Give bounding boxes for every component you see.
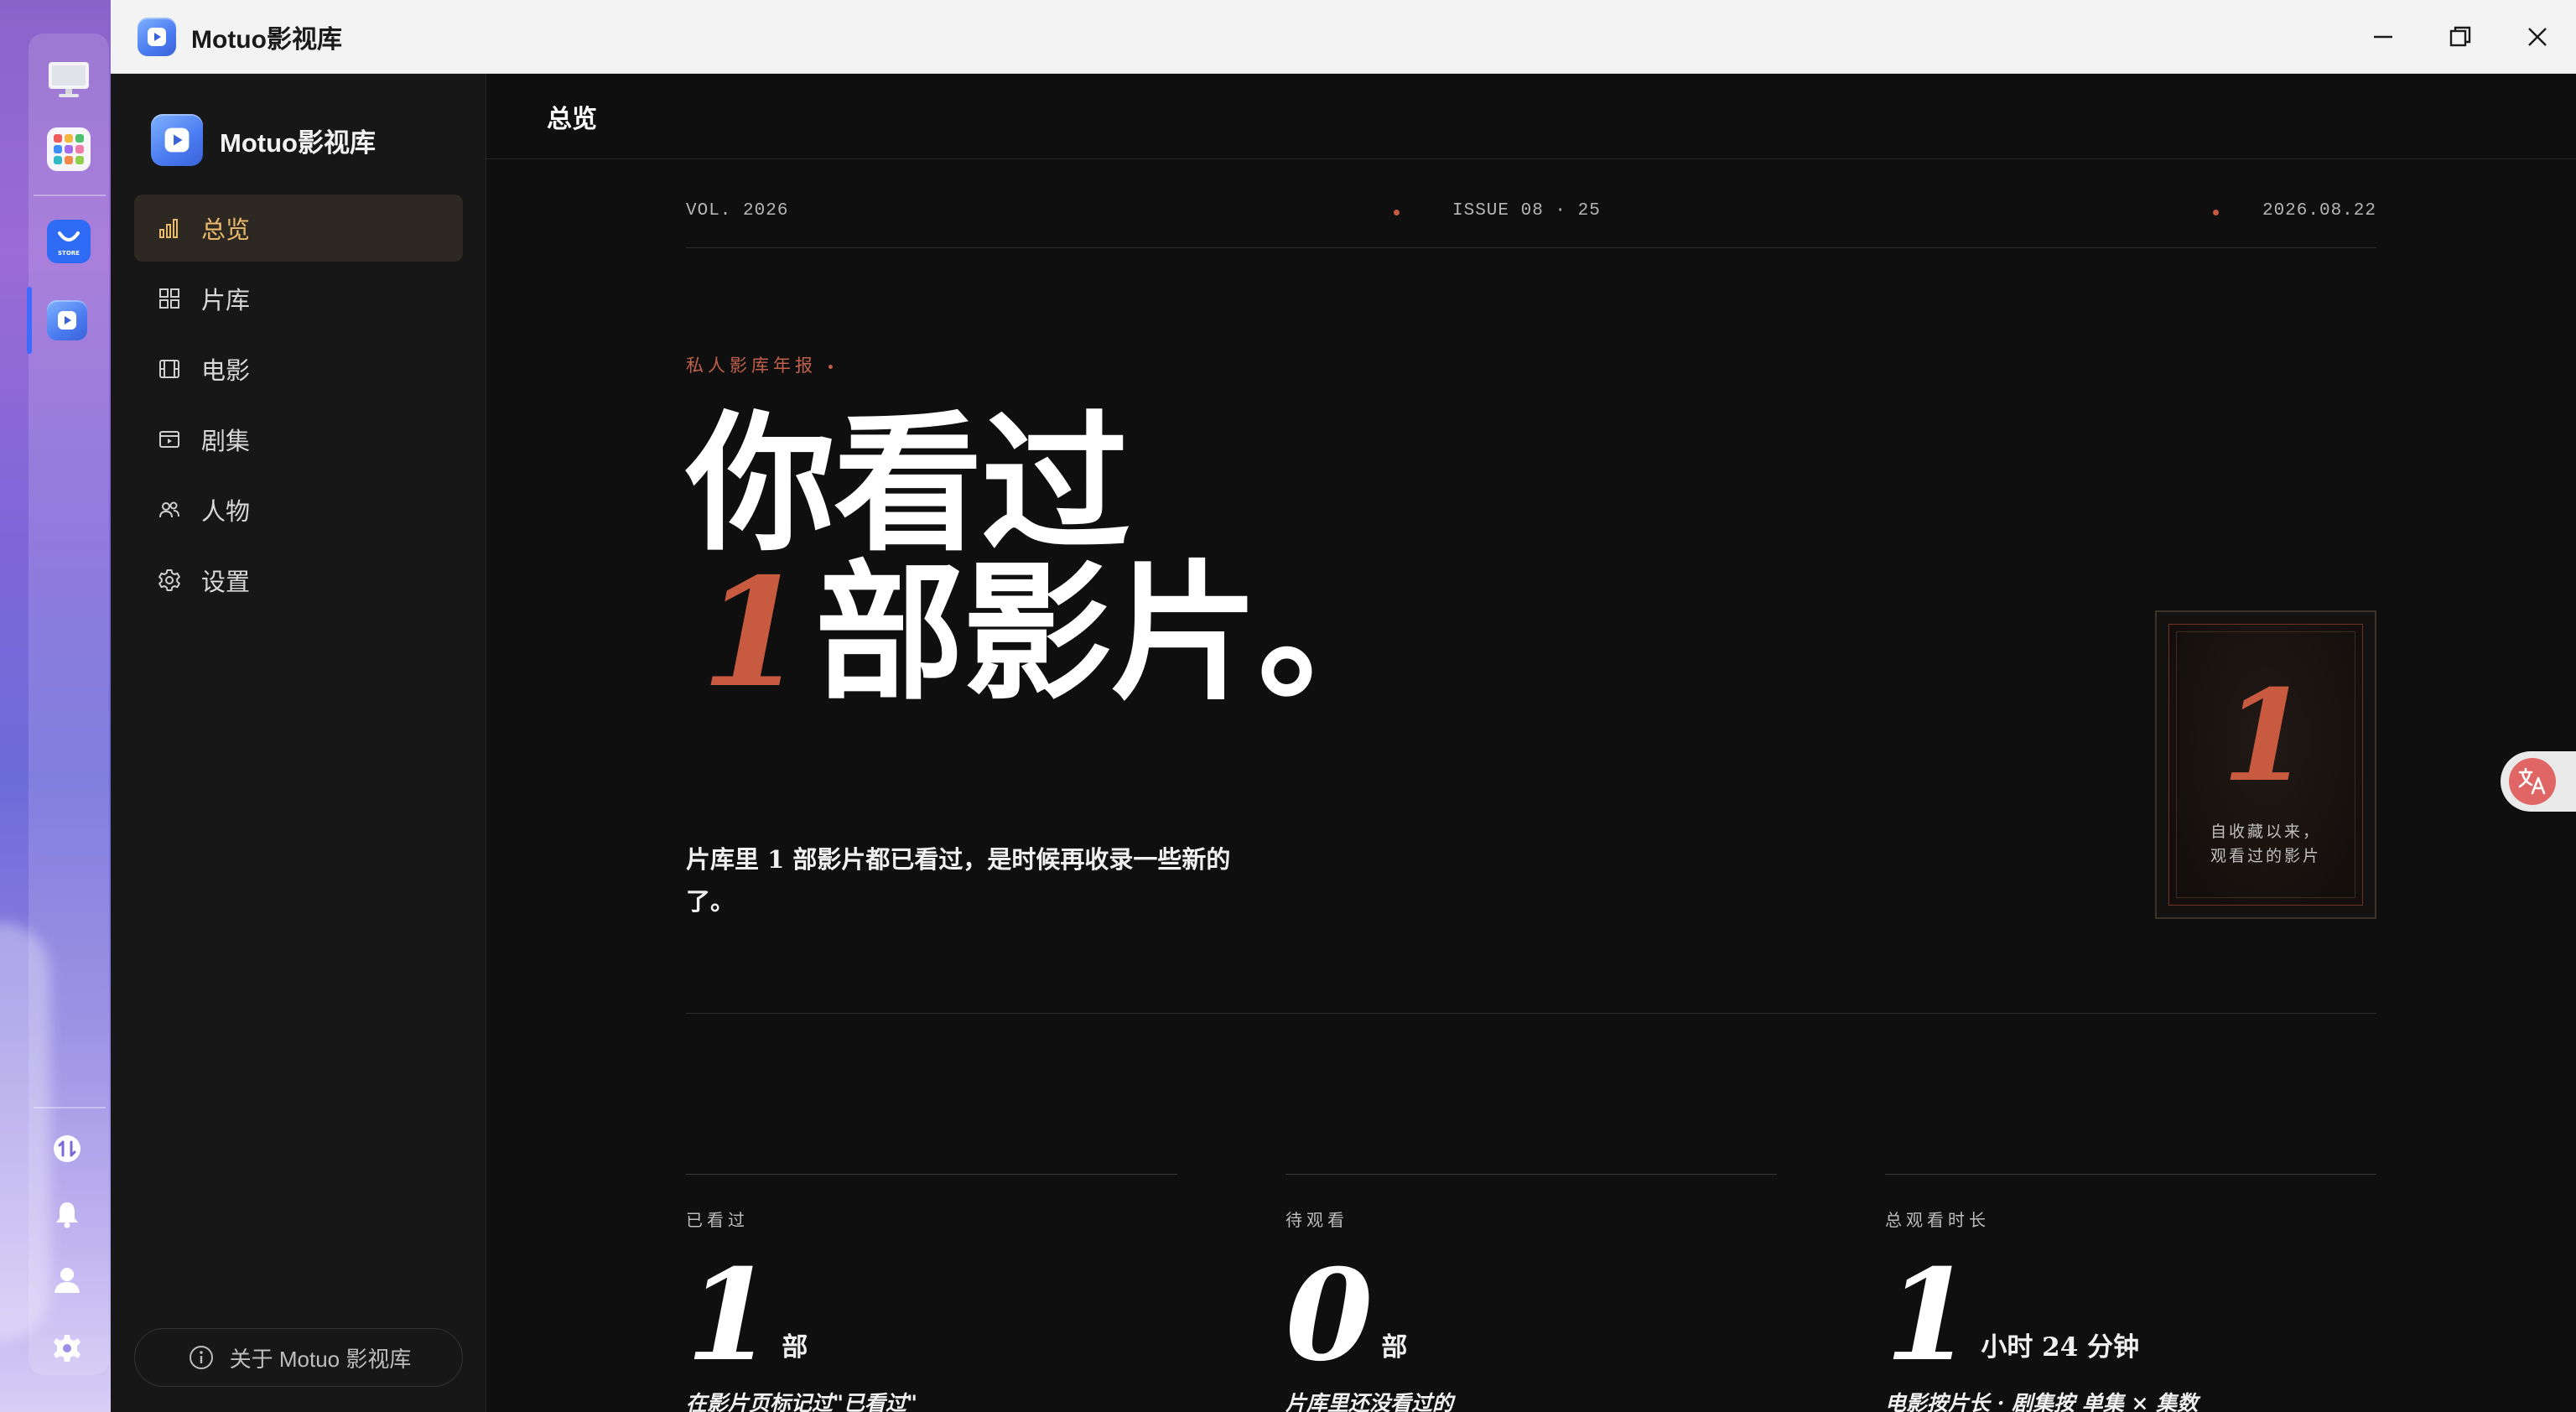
sidebar-item-label: 电影 xyxy=(201,358,251,385)
sidebar-item-label: 设置 xyxy=(201,569,251,596)
stat-to-watch: 待观看 0部 片库里还没看过的 xyxy=(1285,1174,1777,1412)
headline-subtext: 片库里 1 部影片都已看过，是时候再收录一些新的了。 xyxy=(686,845,1231,916)
maximize-icon xyxy=(2449,26,2471,47)
sidebar-item-movies[interactable]: 电影 xyxy=(134,335,463,402)
people-icon xyxy=(156,496,183,523)
stat-label: 待观看 xyxy=(1285,1210,1348,1230)
brand-name: Motuo影视库 xyxy=(220,127,376,158)
window-title: Motuo影视库 xyxy=(191,25,342,54)
issue-date: 2026.08.22 xyxy=(2262,201,2376,221)
page-title: 总览 xyxy=(547,105,597,133)
translate-icon xyxy=(2509,758,2556,805)
minimize-button[interactable] xyxy=(2345,0,2422,74)
update-icon[interactable] xyxy=(50,1132,84,1165)
issue-meta-bar: VOL. 2026 ISSUE 08 · 25 2026.08.22 xyxy=(686,159,2376,248)
stat-note: 在影片页标记过"已看过" xyxy=(686,1391,918,1412)
stat-note: 片库里还没看过的 xyxy=(1285,1391,1454,1412)
meta-dot xyxy=(1394,210,1400,215)
sidebar-item-series[interactable]: 剧集 xyxy=(134,406,463,473)
dock-active-indicator xyxy=(27,287,32,354)
tv-series-icon xyxy=(156,426,183,453)
motuo-app-icon[interactable] xyxy=(47,300,87,340)
store-icon[interactable]: STORE xyxy=(47,220,91,263)
stat-unit: 部 xyxy=(1381,1332,1408,1363)
about-label: 关于 Motuo 影视库 xyxy=(229,1346,412,1372)
sidebar-item-label: 人物 xyxy=(201,499,251,526)
watched-ticket-card: 1 自收藏以来， 观看过的影片 xyxy=(2155,610,2376,919)
info-icon xyxy=(186,1342,216,1373)
stat-total-duration: 总观看时长 1 小时 24 分钟 电影按片长 · 剧集按 单集 × 集数 xyxy=(1885,1174,2376,1412)
ticket-number: 1 xyxy=(2221,662,2310,810)
sidebar-item-label: 剧集 xyxy=(201,428,251,455)
dock-separator xyxy=(34,195,106,196)
system-dock: STORE xyxy=(0,0,111,1412)
window-controls xyxy=(2345,0,2576,74)
ticket-caption: 自收藏以来， 观看过的影片 xyxy=(2210,823,2321,865)
sidebar-brand: Motuo影视库 xyxy=(151,114,376,166)
sidebar-nav: 总览 片库 电影 剧集 人物 设置 xyxy=(134,195,463,617)
stat-unit: 小时 24 分钟 xyxy=(1981,1332,2140,1363)
stat-value: 1 xyxy=(686,1242,774,1389)
app-logo-icon xyxy=(138,17,176,56)
stat-label: 总观看时长 xyxy=(1885,1210,1990,1230)
brand-logo-icon xyxy=(151,114,203,166)
close-icon xyxy=(2528,28,2547,46)
bell-icon[interactable] xyxy=(50,1197,84,1231)
sidebar-item-label: 总览 xyxy=(201,217,251,244)
window-titlebar: Motuo影视库 xyxy=(111,0,2576,74)
sidebar-item-library[interactable]: 片库 xyxy=(134,265,463,332)
maximize-button[interactable] xyxy=(2422,0,2499,74)
bar-chart-icon xyxy=(156,215,183,241)
headline-line1: 你看过 xyxy=(686,396,1130,571)
gear-icon[interactable] xyxy=(50,1332,84,1365)
headline: 你看过 1部影片。 xyxy=(686,396,1407,708)
headline-number: 1 xyxy=(701,545,805,720)
stat-value: 1 xyxy=(1885,1242,1973,1389)
volume-label: VOL. 2026 xyxy=(686,201,789,221)
stat-label: 已看过 xyxy=(686,1210,749,1230)
stat-watched: 已看过 1部 在影片页标记过"已看过" xyxy=(686,1174,1177,1412)
issue-label: ISSUE 08 · 25 xyxy=(1452,201,1601,221)
stat-unit: 部 xyxy=(782,1332,808,1363)
main-content: 总览 VOL. 2026 ISSUE 08 · 25 2026.08.22 私人… xyxy=(486,74,2576,1412)
sidebar-item-label: 片库 xyxy=(201,288,251,314)
sidebar-item-settings[interactable]: 设置 xyxy=(134,547,463,614)
sidebar-item-people[interactable]: 人物 xyxy=(134,476,463,543)
store-label: STORE xyxy=(58,250,80,257)
gear-icon xyxy=(156,567,183,594)
monitor-icon[interactable] xyxy=(47,57,91,101)
about-button[interactable]: 关于 Motuo 影视库 xyxy=(134,1328,463,1387)
page-header: 总览 xyxy=(486,74,2576,159)
floating-translate-button[interactable] xyxy=(2501,751,2576,812)
overview-report: VOL. 2026 ISSUE 08 · 25 2026.08.22 私人影库年… xyxy=(686,159,2376,1412)
dock-separator xyxy=(34,1107,106,1108)
grid-icon xyxy=(156,285,183,312)
headline-line2: 部影片。 xyxy=(814,545,1407,720)
close-button[interactable] xyxy=(2499,0,2576,74)
sidebar-item-overview[interactable]: 总览 xyxy=(134,195,463,262)
meta-dot xyxy=(2213,210,2219,215)
apps-grid-icon[interactable] xyxy=(47,127,91,171)
film-icon xyxy=(156,356,183,382)
section-divider xyxy=(686,1013,2376,1014)
user-icon[interactable] xyxy=(50,1263,84,1296)
stat-note: 电影按片长 · 剧集按 单集 × 集数 xyxy=(1885,1391,2199,1412)
minimize-icon xyxy=(2374,35,2392,39)
sidebar: Motuo影视库 总览 片库 电影 剧集 人物 设置 关于 Motuo 影视库 xyxy=(111,74,486,1412)
report-kicker: 私人影库年报 xyxy=(686,352,833,377)
stat-value: 0 xyxy=(1285,1242,1374,1389)
